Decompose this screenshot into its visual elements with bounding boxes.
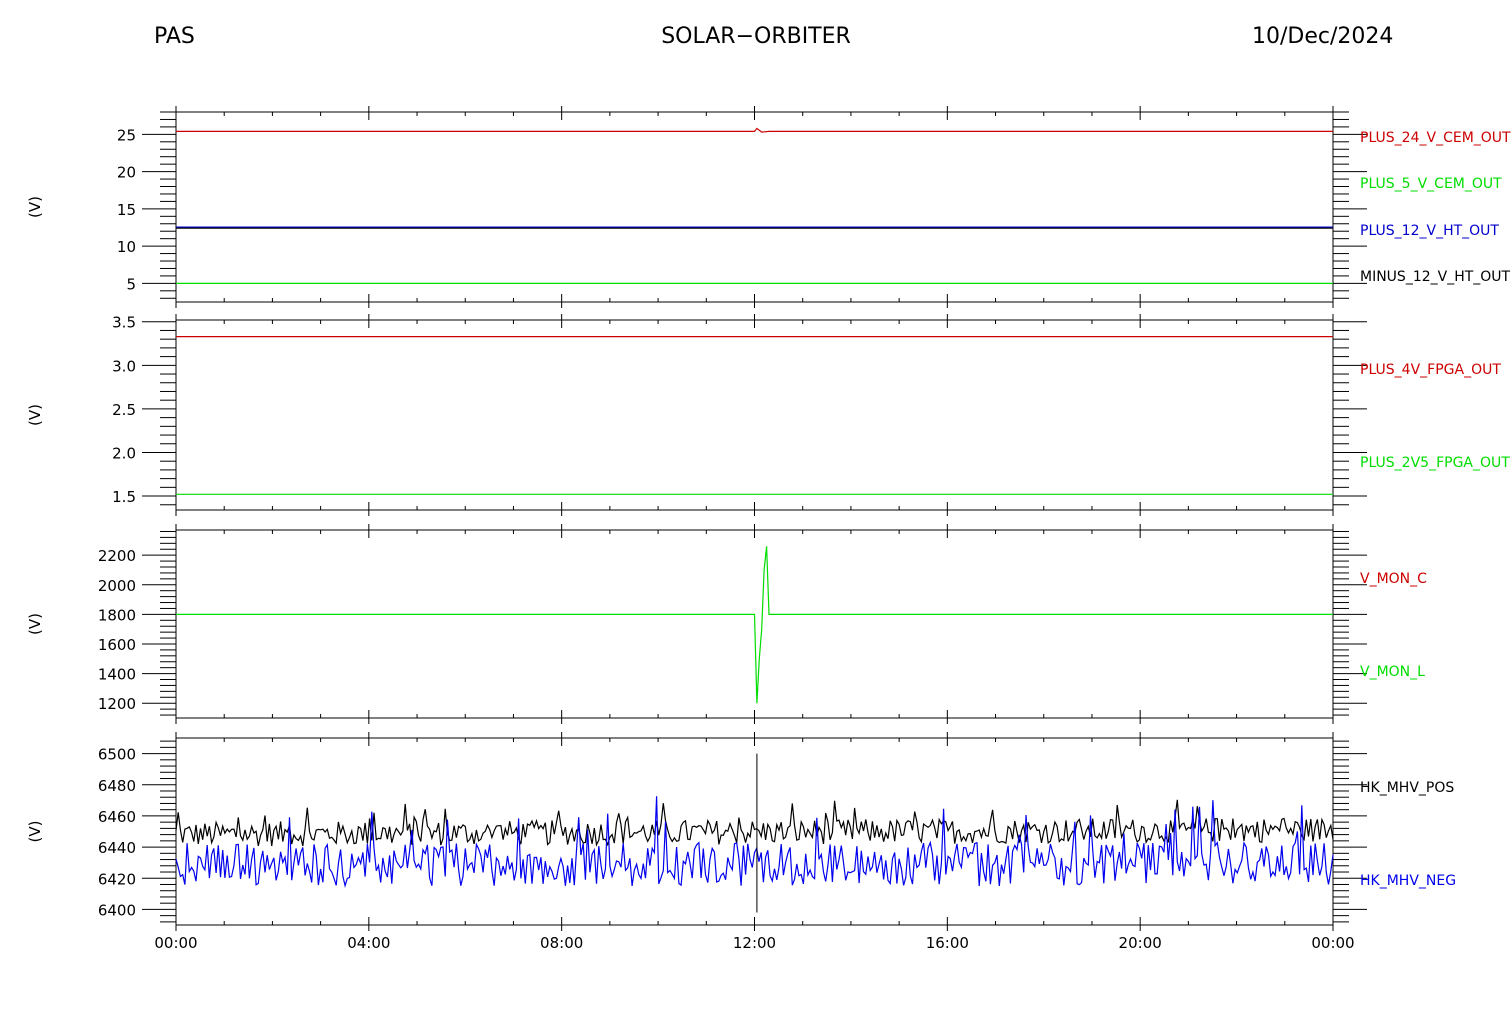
- legend-MINUS_12_V_HT_OUT: MINUS_12_V_HT_OUT: [1360, 269, 1511, 285]
- y-tick-label: 25: [117, 126, 136, 144]
- series-line-HK_MHV_NEG: [175, 796, 1334, 889]
- y-tick-label: 3.0: [112, 357, 136, 375]
- y-tick-label: 6480: [98, 777, 136, 795]
- y-axis-label: (V): [26, 404, 44, 426]
- x-tick-label: 20:00: [1119, 934, 1162, 952]
- panel-1: 5 10 15 20 25 (V) PLUS_24_V_CEM_OUT PLUS_5_V_CE…: [26, 106, 1511, 308]
- y-tick-label: 1600: [98, 636, 136, 654]
- y-tick-label: 1800: [98, 606, 136, 624]
- x-tick-label: 16:00: [926, 934, 969, 952]
- legend-PLUS_4V_FPGA_OUT: PLUS_4V_FPGA_OUT: [1360, 362, 1501, 378]
- housekeeping-plot: 5 10 15 20 25 (V) PLUS_24_V_CEM_OUT PLUS_5_V_CE…: [26, 106, 1511, 952]
- legend-V_MON_C: V_MON_C: [1360, 571, 1427, 587]
- y-tick-label: 2200: [98, 547, 136, 565]
- legend-V_MON_L: V_MON_L: [1360, 664, 1425, 680]
- y-tick-label: 1400: [98, 666, 136, 684]
- y-tick-label: 6500: [98, 746, 136, 764]
- legend-PLUS_5_V_CEM_OUT: PLUS_5_V_CEM_OUT: [1360, 176, 1502, 192]
- series-line-PLUS_24_V_CEM_OUT: [176, 127, 1333, 133]
- y-tick-label: 15: [117, 201, 136, 219]
- y-tick-label: 5: [126, 275, 136, 293]
- legend-PLUS_24_V_CEM_OUT: PLUS_24_V_CEM_OUT: [1360, 130, 1511, 146]
- y-tick-label: 10: [117, 238, 136, 256]
- y-tick-label: 6420: [98, 870, 136, 888]
- y-tick-label: 20: [117, 164, 136, 182]
- y-tick-label: 1.5: [112, 488, 136, 506]
- panel-frame: [175, 319, 1334, 511]
- x-tick-label: 00:00: [1311, 934, 1354, 952]
- panel-frame: [175, 737, 1334, 926]
- series-line-HK_MHV_POS: [175, 799, 1334, 847]
- legend-PLUS_12_V_HT_OUT: PLUS_12_V_HT_OUT: [1360, 223, 1499, 239]
- x-tick-label: 12:00: [733, 934, 776, 952]
- y-tick-label: 3.5: [112, 314, 136, 332]
- y-tick-label: 1200: [98, 695, 136, 713]
- legend-HK_MHV_NEG: HK_MHV_NEG: [1360, 873, 1456, 889]
- y-tick-label: 2000: [98, 577, 136, 595]
- legend-HK_MHV_POS: HK_MHV_POS: [1360, 780, 1454, 796]
- x-tick-label: 00:00: [154, 934, 197, 952]
- panel-4: 6400 6420 6440 6460 6480 6500 (V) HK_MHV_POS HK_…: [26, 732, 1456, 931]
- y-axis-label: (V): [26, 821, 44, 843]
- panel-2: 1.5 2.0 2.5 3.0 3.5 (V) PLUS_4V_FPGA_OUT PLUS_2…: [26, 314, 1510, 516]
- series-line-V_MON_L: [176, 546, 1333, 704]
- panel-frame: [175, 111, 1334, 303]
- x-tick-label: 04:00: [347, 934, 390, 952]
- y-tick-label: 6400: [98, 901, 136, 919]
- y-tick-label: 2.5: [112, 401, 136, 419]
- legend-PLUS_2V5_FPGA_OUT: PLUS_2V5_FPGA_OUT: [1360, 455, 1510, 471]
- y-axis-label: (V): [26, 196, 44, 218]
- y-tick-label: 2.0: [112, 444, 136, 462]
- y-axis-label: (V): [26, 613, 44, 635]
- panel-3: 1200 1400 1600 1800 2000 2200 (V) V_MON_C V_MON_…: [26, 524, 1427, 724]
- y-tick-label: 6460: [98, 808, 136, 826]
- y-tick-label: 6440: [98, 839, 136, 857]
- x-tick-label: 08:00: [540, 934, 583, 952]
